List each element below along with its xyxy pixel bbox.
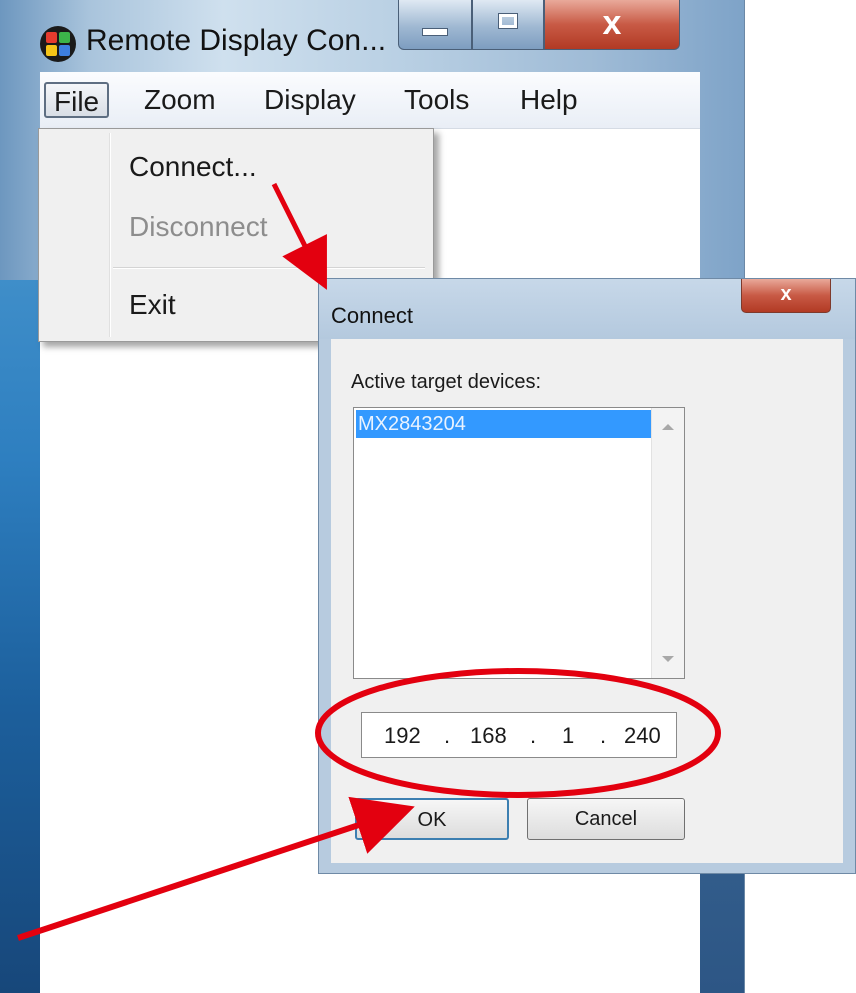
ip-dot: . [444,723,451,748]
window-title: Remote Display Con... [86,24,387,57]
dialog-title: Connect [331,303,413,328]
close-icon: x [602,4,622,42]
menu-item-connect[interactable]: Connect... [129,151,257,183]
ok-button[interactable]: OK [355,798,509,840]
minimize-icon [422,28,448,36]
dialog-frame [319,339,331,873]
close-icon: x [780,283,792,305]
scroll-up-icon[interactable] [662,424,674,430]
cancel-button[interactable]: Cancel [527,798,685,840]
menu-bar: File Zoom Display Tools Help [40,72,700,129]
ip-dot: . [600,723,607,748]
menu-separator [113,267,425,269]
maximize-button[interactable] [472,0,544,50]
active-devices-label: Active target devices: [351,371,542,393]
menu-display[interactable]: Display [256,82,364,118]
icon-quadrant [59,45,70,56]
icon-quadrant [59,32,70,43]
maximize-icon [498,13,518,29]
ip-dot: . [530,723,537,748]
ip-address-field[interactable]: 192 . 168 . 1 . 240 [361,712,677,758]
icon-quadrant [46,45,57,56]
listbox-scrollbar[interactable] [651,408,684,678]
ip-octet-1[interactable]: 192 [384,723,421,749]
minimize-button[interactable] [398,0,472,50]
ip-octet-4[interactable]: 240 [624,723,661,749]
remote-display-app-icon[interactable] [40,26,76,62]
menu-zoom[interactable]: Zoom [136,82,224,118]
menu-item-exit[interactable]: Exit [129,289,176,321]
desktop-background-left [0,280,40,993]
device-listbox[interactable]: MX2843204 [353,407,685,679]
caption-buttons: x [398,0,680,52]
menu-item-disconnect: Disconnect [129,211,268,242]
dialog-frame [843,339,855,873]
ip-octet-2[interactable]: 168 [470,723,507,749]
menu-file[interactable]: File [44,82,110,118]
menu-gutter [109,133,111,337]
icon-quadrant [46,32,57,43]
close-button[interactable]: x [544,0,680,50]
list-item[interactable]: MX2843204 [356,410,652,438]
ip-octet-3[interactable]: 1 [562,723,574,749]
menu-tools[interactable]: Tools [396,82,477,118]
window-titlebar[interactable]: Remote Display Con... x [0,0,744,72]
connect-dialog: Connect x Active target devices: MX28432… [318,278,856,874]
scroll-down-icon[interactable] [662,656,674,662]
menu-help[interactable]: Help [512,82,586,118]
dialog-frame [319,863,855,873]
dialog-close-button[interactable]: x [741,279,831,313]
